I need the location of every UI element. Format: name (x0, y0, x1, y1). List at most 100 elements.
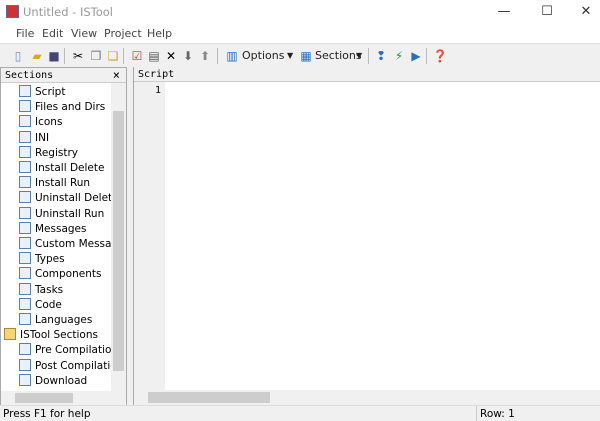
tree-item-label: Install Run (35, 177, 91, 190)
post-compilation-icon (19, 358, 31, 371)
app-icon (6, 5, 19, 18)
tree-item[interactable]: Uninstall Run (19, 206, 113, 222)
folder-icon (4, 328, 16, 341)
menu-bar: File Edit View Project Help (0, 24, 600, 44)
toolbar: ▯ ▰ ■ ✂ ❐ ❏ ☑ ▤ ✕ ⬇ ⬆ ▥ Options ▼ ▦ Sect… (0, 45, 600, 67)
tree-item-label: Icons (35, 116, 63, 129)
tree-item-label: Custom Messages (35, 238, 113, 250)
horizontal-scrollbar[interactable] (134, 390, 600, 405)
tree-item[interactable]: Files and Dirs (19, 100, 113, 115)
tree-item-label: Code (35, 298, 62, 311)
title-bar: Untitled - ISTool — ☐ ✕ (0, 0, 600, 24)
menu-view[interactable]: View (71, 27, 97, 40)
tree-item[interactable]: Post Compilation (19, 358, 113, 374)
tree-item-label: Registry (35, 146, 78, 159)
maximize-button[interactable]: ☐ (539, 4, 555, 20)
icons-icon (19, 115, 31, 128)
script-editor[interactable] (165, 82, 600, 390)
script-icon (19, 85, 31, 97)
run-icon[interactable]: ▶ (408, 48, 424, 64)
menu-file[interactable]: File (16, 27, 34, 40)
horizontal-scrollbar[interactable] (1, 391, 126, 405)
tree-item-label: Languages (35, 314, 93, 326)
scrollbar-thumb[interactable] (148, 392, 270, 403)
open-icon[interactable]: ▰ (29, 48, 45, 64)
separator (64, 48, 65, 64)
cut-icon[interactable]: ✂ (70, 48, 86, 64)
close-button[interactable]: ✕ (578, 4, 594, 20)
new-icon[interactable]: ▯ (10, 48, 26, 64)
messages-icon (19, 221, 31, 234)
delete-icon[interactable]: ✕ (163, 48, 179, 64)
sections-dropdown-icon[interactable]: ▼ (356, 51, 362, 60)
sections-button[interactable]: Sections (315, 49, 362, 62)
tree-item[interactable]: Custom Messages (19, 237, 113, 252)
tree-item[interactable]: Script (19, 85, 113, 100)
tree-item[interactable]: Languages (19, 313, 113, 328)
compile-setup-icon[interactable]: ⚡ (391, 48, 407, 64)
tree-item[interactable]: Download (19, 373, 113, 389)
tree-item[interactable]: ISTool Sections (4, 328, 98, 343)
tree-item[interactable]: INI (19, 130, 113, 146)
status-bar: Press F1 for help Row: 1 (0, 405, 600, 421)
scrollbar-thumb[interactable] (15, 393, 73, 403)
tree-item-label: Components (35, 268, 102, 281)
compile-icon[interactable]: ❢ (373, 48, 389, 64)
options-icon[interactable]: ▥ (224, 48, 240, 64)
tree-item-label: Download (35, 374, 88, 387)
scrollbar-thumb[interactable] (113, 111, 124, 371)
uninstall-run-icon (19, 206, 31, 219)
tree-item[interactable]: Uninstall Delete (19, 191, 113, 206)
menu-help[interactable]: Help (147, 27, 172, 40)
tree-item[interactable]: Code (19, 297, 113, 313)
window-title: Untitled - ISTool (23, 5, 113, 19)
options-button[interactable]: Options (242, 49, 284, 62)
code-icon (19, 297, 31, 310)
tree-item-label: Script (35, 86, 66, 98)
separator (368, 48, 369, 64)
properties-icon[interactable]: ▤ (146, 48, 162, 64)
tree-item-label: ISTool Sections (20, 329, 98, 342)
components-icon (19, 267, 31, 280)
script-panel: Script 1 (133, 67, 600, 405)
options-dropdown-icon[interactable]: ▼ (287, 51, 293, 60)
checklist-icon[interactable]: ☑ (129, 48, 145, 64)
move-up-icon[interactable]: ⬆ (197, 48, 213, 64)
tree-item[interactable]: Types (19, 252, 113, 267)
close-panel-icon[interactable]: × (113, 68, 120, 82)
separator (217, 48, 218, 64)
tree-item[interactable]: Components (19, 267, 113, 282)
separator (426, 48, 427, 64)
separator (123, 48, 124, 64)
vertical-scrollbar[interactable] (111, 83, 126, 391)
sections-panel: Sections × Script Files and Dirs Icons INI R… (0, 67, 127, 405)
tree-item[interactable]: Registry (19, 145, 113, 161)
save-icon[interactable]: ■ (46, 48, 62, 64)
menu-edit[interactable]: Edit (42, 27, 63, 40)
ini-icon (19, 130, 31, 143)
registry-icon (19, 145, 31, 158)
script-panel-header: Script (134, 67, 600, 82)
move-down-icon[interactable]: ⬇ (180, 48, 196, 64)
line-number: 1 (154, 85, 161, 96)
tree-item[interactable]: Install Run (19, 176, 113, 191)
paste-icon[interactable]: ❏ (105, 48, 121, 64)
languages-icon (19, 313, 31, 325)
tree-item[interactable]: Tasks (19, 282, 113, 298)
tree-item[interactable]: Icons (19, 115, 113, 130)
menu-project[interactable]: Project (104, 27, 142, 40)
status-row: Row: 1 (480, 408, 515, 420)
line-gutter: 1 (134, 82, 165, 390)
uninstall-delete-icon (19, 191, 31, 204)
install-run-icon (19, 176, 31, 189)
copy-icon[interactable]: ❐ (88, 48, 104, 64)
tasks-icon (19, 282, 31, 295)
tree-item[interactable]: Pre Compilation Steps (19, 343, 113, 358)
help-icon[interactable]: ❓ (432, 48, 448, 64)
minimize-button[interactable]: — (496, 4, 512, 20)
install-delete-icon (19, 161, 31, 173)
tree-item[interactable]: Messages (19, 221, 113, 237)
sections-panel-title: Sections (5, 70, 54, 81)
sections-icon[interactable]: ▦ (298, 48, 314, 64)
tree-item[interactable]: Install Delete (19, 161, 113, 176)
